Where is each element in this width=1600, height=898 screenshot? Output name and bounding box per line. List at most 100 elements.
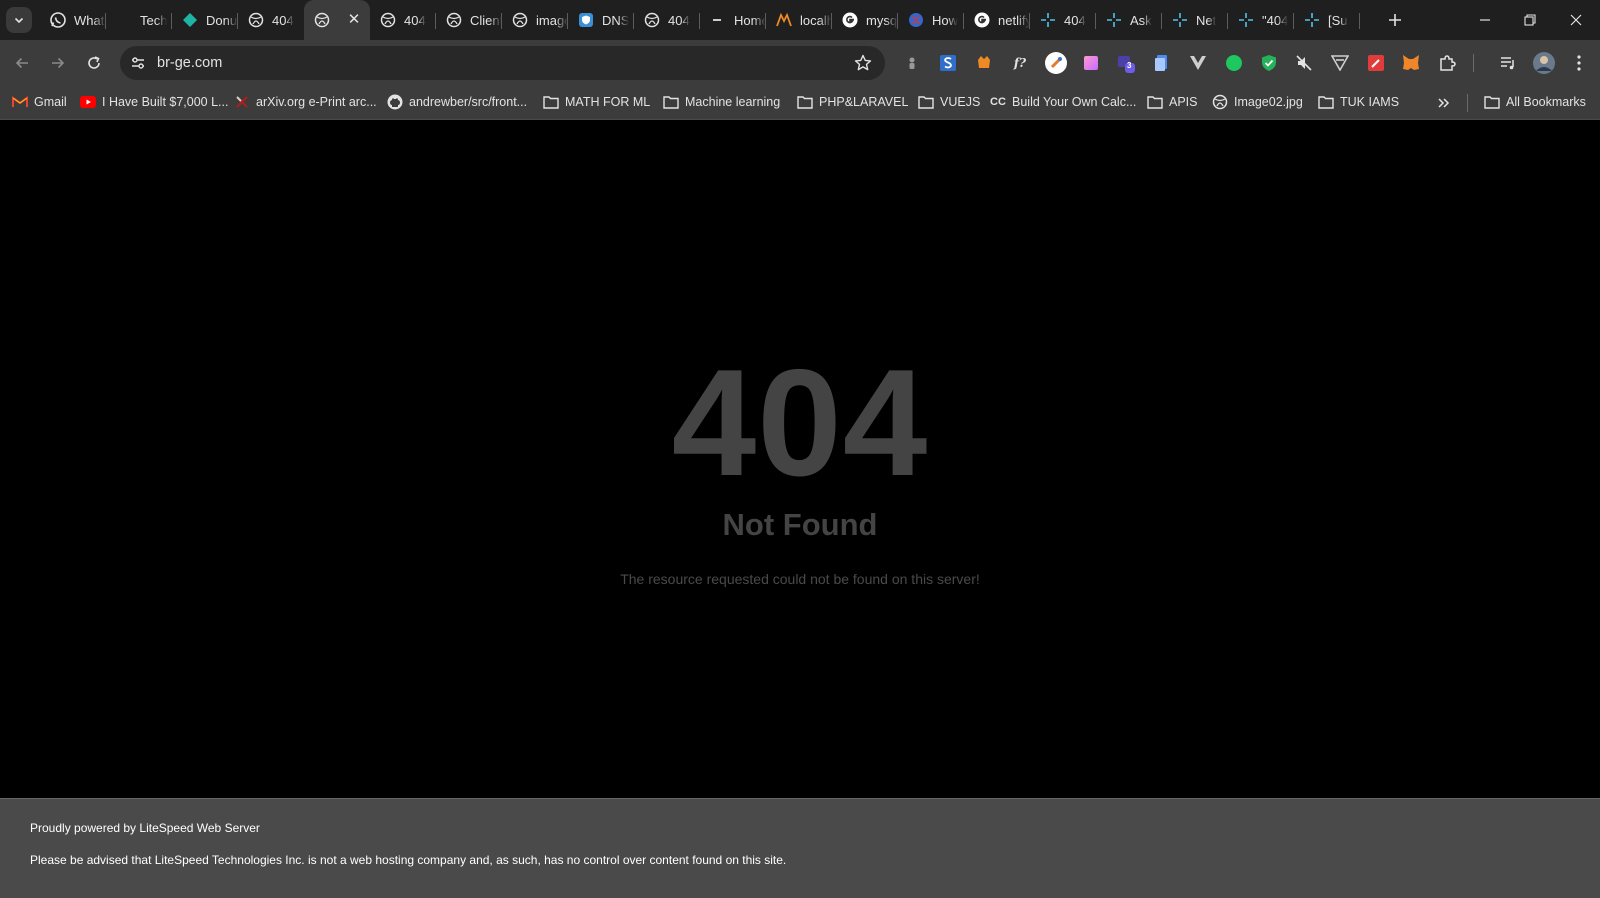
bookmark-label: andrewber/src/front... (409, 95, 528, 109)
new-tab-button[interactable] (1383, 8, 1407, 32)
extension-vuetify-icon[interactable] (1330, 53, 1350, 73)
reload-icon (88, 56, 100, 69)
bookmark-label: PHP&LARAVEL (819, 95, 909, 109)
tab[interactable]: localhost (766, 6, 832, 34)
folder-icon (918, 94, 934, 110)
kebab-menu-icon[interactable] (1569, 53, 1589, 73)
tab-search-button[interactable] (6, 7, 32, 33)
tab[interactable]: Home (700, 6, 766, 34)
extension-color-picker-icon[interactable] (1044, 51, 1068, 75)
tab-label: 404 (272, 12, 294, 28)
site-info-button[interactable] (126, 51, 150, 75)
tab[interactable]: 404 (1030, 6, 1096, 34)
google-icon (974, 12, 990, 28)
tab-label: DNS (602, 12, 630, 28)
tab-active[interactable]: ✕ (304, 0, 370, 40)
bookmark-folder-tuk[interactable]: TUK IAMS (1318, 91, 1399, 113)
bookmark-youtube[interactable]: I Have Built $7,000 L... (80, 91, 228, 113)
close-window-button[interactable] (1564, 8, 1588, 32)
extension-fox-icon[interactable] (974, 53, 994, 73)
tab[interactable]: Ask (1096, 6, 1162, 34)
diamond-icon (182, 12, 198, 28)
back-button[interactable] (10, 51, 34, 75)
arrow-left-icon (15, 57, 28, 69)
extension-shield-icon[interactable] (1259, 53, 1279, 73)
globe-icon (248, 12, 264, 28)
bookmark-calc[interactable]: CC Build Your Own Calc... (990, 91, 1136, 113)
extension-vue-icon[interactable] (1188, 53, 1208, 73)
extension-metamask-icon[interactable] (1401, 53, 1421, 73)
close-icon[interactable]: ✕ (346, 12, 362, 28)
url-text[interactable]: br-ge.com (157, 55, 222, 71)
bookmark-gmail[interactable]: Gmail (12, 91, 67, 113)
extension-gradient-icon[interactable] (1081, 53, 1101, 73)
tab[interactable]: WhatsApp (40, 6, 106, 34)
tab-label: WhatsApp (74, 12, 106, 28)
globe-icon (380, 12, 396, 28)
extension-green-dot-icon[interactable] (1224, 53, 1244, 73)
blank-icon (116, 12, 132, 28)
bookmark-folder-vuejs[interactable]: VUEJS (918, 91, 980, 113)
bookmark-folder-php[interactable]: PHP&LARAVEL (797, 91, 908, 113)
tab[interactable]: DNS (568, 6, 634, 34)
bookmark-star-button[interactable] (853, 53, 873, 73)
extension-dot-icon[interactable] (902, 53, 922, 73)
tab[interactable]: netlify (964, 6, 1030, 34)
restore-button[interactable] (1518, 8, 1542, 32)
cc-icon: CC (990, 96, 1006, 108)
address-bar[interactable]: br-ge.com (120, 46, 885, 80)
bookmark-github[interactable]: andrewber/src/front... (387, 91, 527, 113)
globe-icon (512, 12, 528, 28)
bookmarks-bar: Gmail I Have Built $7,000 L... arXiv.org… (0, 86, 1600, 120)
arrow-right-icon (52, 57, 65, 69)
extension-puzzle-badge-icon[interactable]: 3 (1116, 53, 1136, 73)
tab-label: netlify (998, 12, 1030, 28)
bookmark-label: Machine learning (685, 95, 781, 109)
tab-strip: WhatsApp Tech Donut 404 ✕ 404 Client ima… (0, 0, 1600, 40)
tab[interactable]: images (502, 6, 568, 34)
forward-button[interactable] (46, 51, 70, 75)
bookmark-label: Gmail (34, 95, 67, 109)
tab[interactable]: Tech (106, 6, 172, 34)
bookmark-folder-ml[interactable]: Machine learning (663, 91, 780, 113)
tab-label: How (932, 12, 959, 28)
dash-icon (710, 12, 726, 28)
bookmark-folder-math[interactable]: MATH FOR ML (543, 91, 650, 113)
tab[interactable]: Donut (172, 6, 238, 34)
extension-doc-icon[interactable] (1152, 53, 1172, 73)
media-controls-icon[interactable] (1498, 53, 1518, 73)
bookmark-image[interactable]: Image02.jpg (1212, 91, 1303, 113)
profile-avatar[interactable] (1532, 51, 1556, 75)
extension-red-pen-icon[interactable] (1366, 53, 1386, 73)
reload-button[interactable] (82, 51, 106, 75)
extension-function-icon[interactable]: f? (1010, 53, 1030, 73)
bookmark-label: VUEJS (940, 95, 981, 109)
tab[interactable]: Net (1162, 6, 1228, 34)
extensions-puzzle-icon[interactable] (1437, 53, 1457, 73)
extension-s-icon[interactable] (938, 53, 958, 73)
sparkle-icon (1172, 12, 1188, 28)
tab[interactable]: How (898, 6, 964, 34)
all-bookmarks-button[interactable]: All Bookmarks (1484, 91, 1586, 113)
tab[interactable]: Client (436, 6, 502, 34)
tab[interactable]: 404 (634, 6, 700, 34)
restore-icon (1524, 14, 1536, 26)
tab[interactable]: mysql (832, 6, 898, 34)
more-bookmarks-button[interactable] (1434, 94, 1454, 112)
globe-dark-icon (908, 12, 924, 28)
minimize-button[interactable] (1473, 8, 1497, 32)
tab[interactable]: [Su (1294, 6, 1360, 34)
bookmark-folder-apis[interactable]: APIS (1147, 91, 1198, 113)
tab[interactable]: 404 (238, 6, 304, 34)
extension-mute-icon[interactable] (1294, 53, 1314, 73)
xampp-icon (776, 12, 792, 28)
extension-badge-count: 3 (1127, 61, 1132, 70)
tab[interactable]: 404 (370, 6, 436, 34)
bookmark-arxiv[interactable]: arXiv.org e-Print arc... (234, 91, 377, 113)
error-message: The resource requested could not be foun… (620, 571, 980, 587)
tab[interactable]: "404 (1228, 6, 1294, 34)
tab-label: images (536, 12, 568, 28)
sparkle-icon (1238, 12, 1254, 28)
bookmark-label: I Have Built $7,000 L... (102, 95, 229, 109)
whatsapp-icon (50, 12, 66, 28)
